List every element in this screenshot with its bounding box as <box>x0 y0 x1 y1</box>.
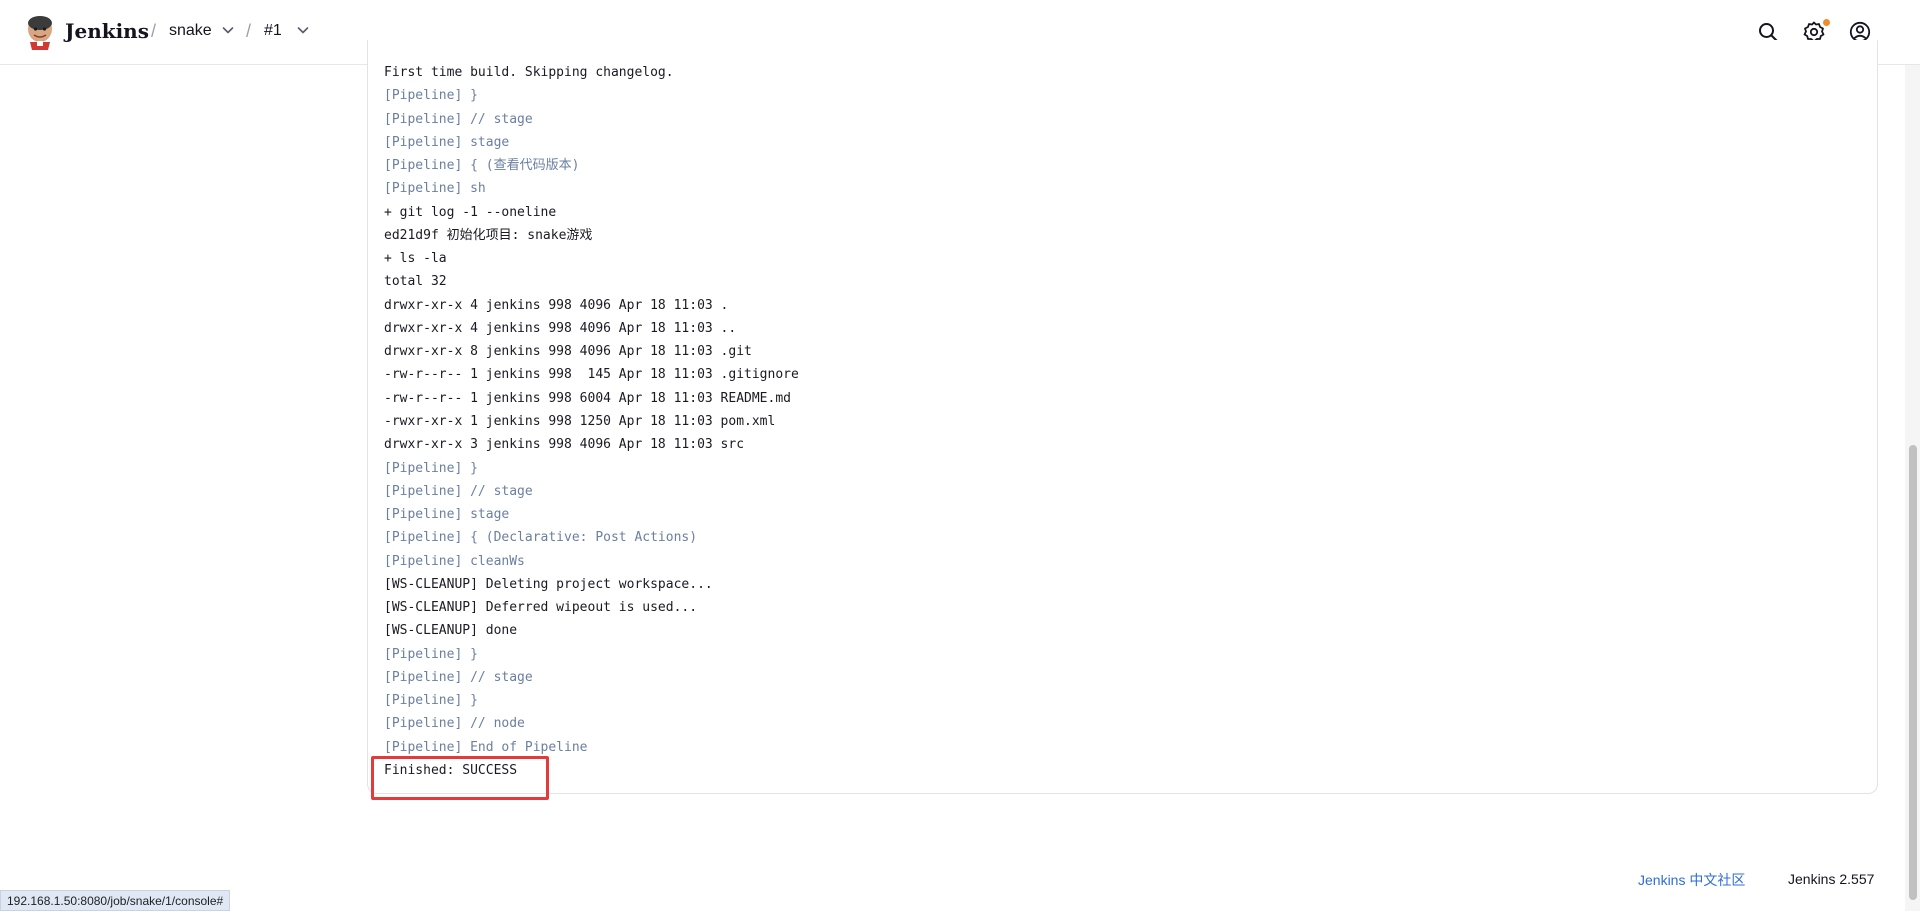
scrollbar-thumb[interactable] <box>1909 445 1917 900</box>
console-line: [Pipeline] } <box>384 646 478 662</box>
console-line: First time build. Skipping changelog. <box>384 65 674 80</box>
console-line: [Pipeline] stage <box>384 507 510 523</box>
breadcrumb-separator: / <box>246 21 252 41</box>
console-line: [Pipeline] // stage <box>384 669 533 685</box>
notification-dot <box>1823 19 1830 26</box>
console-line: -rwxr-xr-x 1 jenkins 998 1250 Apr 18 11:… <box>384 413 776 429</box>
console-line: [Pipeline] sh <box>384 181 486 197</box>
chevron-down-icon[interactable] <box>295 22 311 38</box>
console-line: -rw-r--r-- 1 jenkins 998 145 Apr 18 11:0… <box>384 367 799 383</box>
console-line: [WS-CLEANUP] Deleting project workspace.… <box>384 576 713 592</box>
console-line: [Pipeline] { (查看代码版本) <box>384 158 580 174</box>
breadcrumb-separator: / <box>151 21 157 41</box>
brand-title[interactable]: Jenkins <box>65 19 149 43</box>
console-line: [WS-CLEANUP] done <box>384 623 518 639</box>
console-line: [Pipeline] cleanWs <box>384 553 525 569</box>
console-line: ed21d9f 初始化项目: snake游戏 <box>384 227 593 243</box>
console-line: drwxr-xr-x 3 jenkins 998 4096 Apr 18 11:… <box>384 437 745 453</box>
console-line: [Pipeline] // stage <box>384 111 533 127</box>
console-line: [Pipeline] } <box>384 460 478 476</box>
console-line: [Pipeline] stage <box>384 134 510 150</box>
console-line: -rw-r--r-- 1 jenkins 998 6004 Apr 18 11:… <box>384 390 791 406</box>
footer-version[interactable]: Jenkins 2.557 <box>1788 871 1874 887</box>
footer-community-link[interactable]: Jenkins 中文社区 <box>1638 870 1745 890</box>
breadcrumb-job[interactable]: snake <box>169 22 212 40</box>
console-output: First time build. Skipping changelog. [Pi… <box>384 61 799 782</box>
console-line: drwxr-xr-x 4 jenkins 998 4096 Apr 18 11:… <box>384 297 729 313</box>
chevron-down-icon[interactable] <box>220 22 236 38</box>
console-line: [Pipeline] // node <box>384 716 525 732</box>
console-line: + git log -1 --oneline <box>384 204 557 220</box>
console-line: drwxr-xr-x 4 jenkins 998 4096 Apr 18 11:… <box>384 320 737 336</box>
console-line: [Pipeline] } <box>384 88 478 104</box>
console-line: [Pipeline] } <box>384 693 478 709</box>
console-line: total 32 <box>384 274 447 290</box>
console-line: [Pipeline] // stage <box>384 483 533 499</box>
breadcrumb-build[interactable]: #1 <box>264 22 282 40</box>
success-highlight-box <box>371 756 549 800</box>
status-bar-url: 192.168.1.50:8080/job/snake/1/console# <box>0 890 231 911</box>
console-line: [WS-CLEANUP] Deferred wipeout is used... <box>384 600 698 616</box>
console-line: + ls -la <box>384 251 447 267</box>
console-line: [Pipeline] { (Declarative: Post Actions) <box>384 530 698 546</box>
jenkins-logo-icon[interactable] <box>24 14 56 50</box>
console-line: drwxr-xr-x 8 jenkins 998 4096 Apr 18 11:… <box>384 344 752 360</box>
